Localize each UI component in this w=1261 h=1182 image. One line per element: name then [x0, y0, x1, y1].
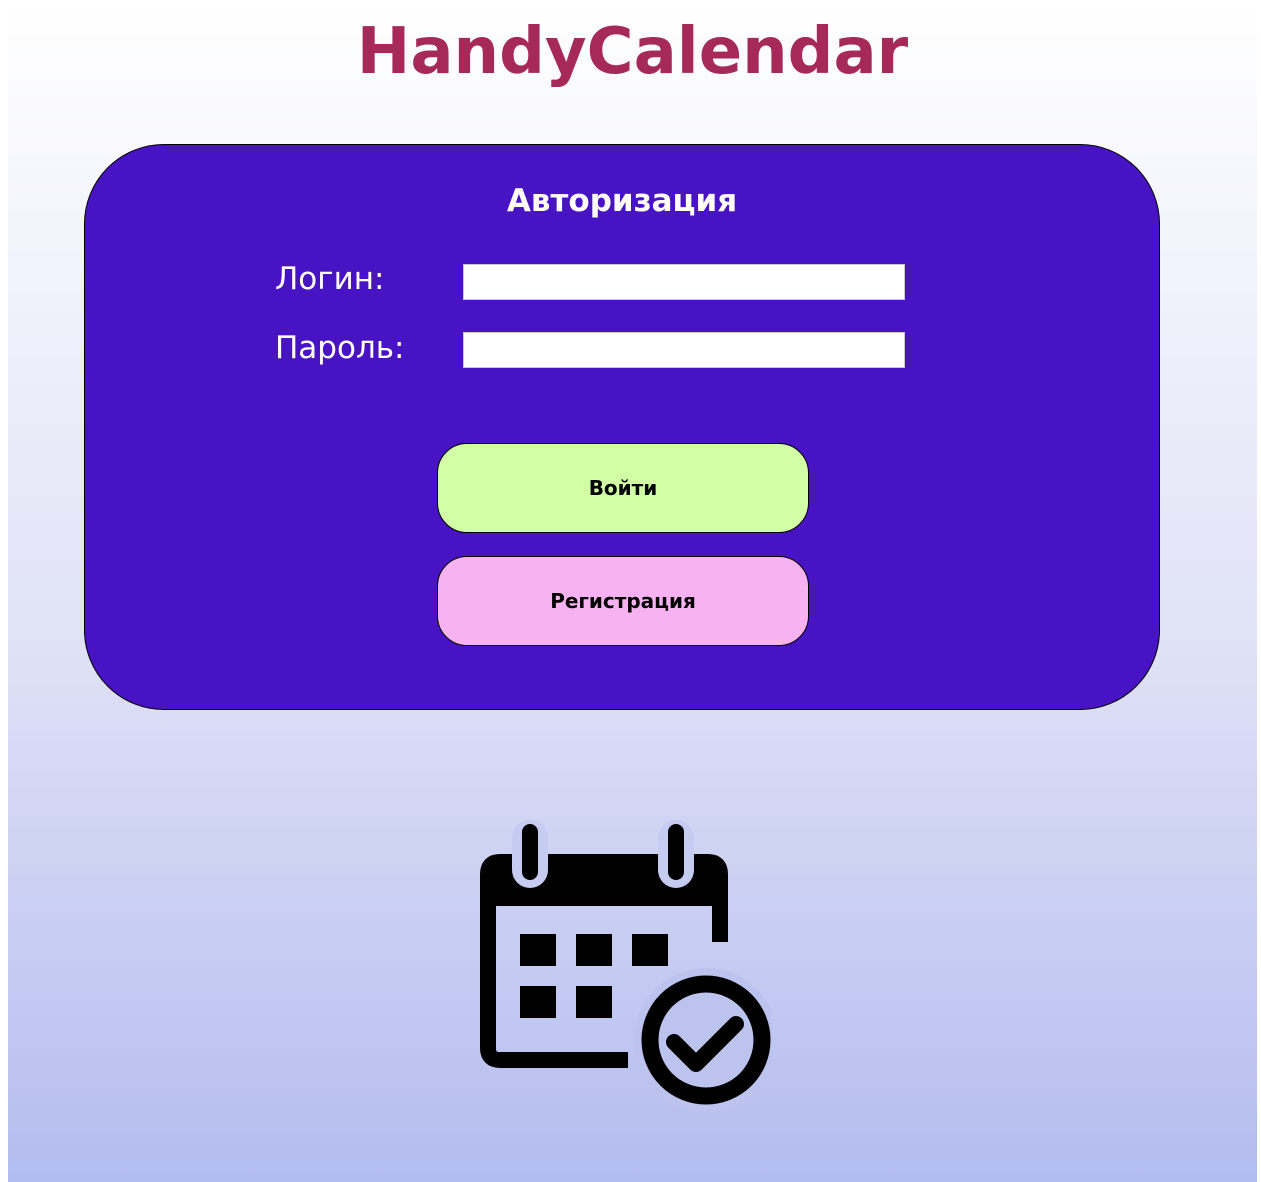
register-button[interactable]: Регистрация [437, 556, 809, 646]
password-label: Пароль: [275, 330, 405, 366]
calendar-check-icon [480, 820, 772, 1112]
app-title: HandyCalendar [356, 15, 909, 89]
login-button[interactable]: Войти [437, 443, 809, 533]
login-input[interactable] [463, 264, 905, 300]
login-heading: Авторизация [506, 183, 738, 219]
login-panel: Авторизация Логин: Пароль: Войти Регистр… [84, 144, 1160, 710]
password-input[interactable] [463, 332, 905, 368]
page-background: HandyCalendar Авторизация Логин: Пароль:… [8, 0, 1257, 1182]
login-label: Логин: [275, 261, 385, 297]
